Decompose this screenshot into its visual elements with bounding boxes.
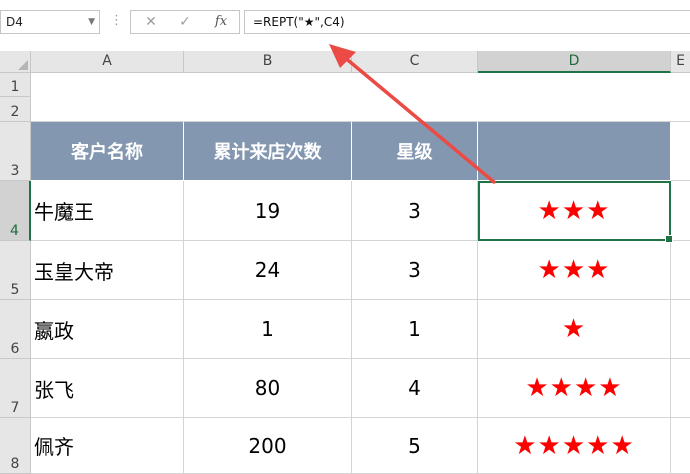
formula-buttons: ✕ ✓ fx <box>130 10 240 34</box>
row-header-3[interactable]: 3 <box>0 122 31 181</box>
cell-e4[interactable] <box>671 181 690 241</box>
star-rating: ★ <box>561 314 587 344</box>
cell-level[interactable]: 3 <box>352 241 478 300</box>
chevron-down-icon[interactable]: ▼ <box>88 11 95 33</box>
cell-stars[interactable]: ★★★★ <box>478 359 671 418</box>
row-header-5[interactable]: 5 <box>0 241 31 300</box>
cell-level[interactable]: 5 <box>352 418 478 474</box>
cell-e8[interactable] <box>671 418 690 474</box>
name-box-value: D4 <box>6 15 23 29</box>
row-header-1[interactable]: 1 <box>0 73 31 97</box>
cell-customer-name[interactable]: 嬴政 <box>31 300 184 359</box>
cell-stars[interactable]: ★★★ <box>478 181 671 241</box>
cell-e7[interactable] <box>671 359 690 418</box>
cell-visit-count[interactable]: 200 <box>184 418 352 474</box>
cell-customer-name[interactable]: 张飞 <box>31 359 184 418</box>
cell-e3[interactable] <box>671 122 690 181</box>
cell-visit-count[interactable]: 24 <box>184 241 352 300</box>
row-header-7[interactable]: 7 <box>0 359 31 418</box>
row-header-4[interactable]: 4 <box>0 181 31 241</box>
empty-rows-area[interactable] <box>31 73 690 122</box>
cell-customer-name[interactable]: 牛魔王 <box>31 181 184 241</box>
cell-customer-name[interactable]: 佩齐 <box>31 418 184 474</box>
cell-customer-name[interactable]: 玉皇大帝 <box>31 241 184 300</box>
more-options-icon[interactable]: ⋮ <box>110 13 123 28</box>
name-box[interactable]: D4 ▼ <box>0 10 100 34</box>
cell-level[interactable]: 3 <box>352 181 478 241</box>
select-all-corner[interactable] <box>0 51 31 73</box>
column-header-e[interactable]: E <box>671 51 690 73</box>
cell-stars[interactable]: ★★★★★ <box>478 418 671 474</box>
header-cell-level[interactable]: 星级 <box>352 122 478 181</box>
insert-function-icon[interactable]: fx <box>209 11 233 33</box>
cell-e6[interactable] <box>671 300 690 359</box>
row-header-2[interactable]: 2 <box>0 97 31 122</box>
row-header-8[interactable]: 8 <box>0 418 31 474</box>
column-header-d[interactable]: D <box>478 51 671 73</box>
formula-bar-area: D4 ▼ ⋮ ✕ ✓ fx =REPT("★",C4) <box>0 0 690 46</box>
cell-visit-count[interactable]: 1 <box>184 300 352 359</box>
cell-visit-count[interactable]: 19 <box>184 181 352 241</box>
formula-input[interactable]: =REPT("★",C4) <box>244 10 690 34</box>
star-rating: ★★★★★ <box>513 430 635 461</box>
header-cell-stars[interactable] <box>478 122 671 181</box>
star-rating: ★★★ <box>537 255 611 285</box>
cell-level[interactable]: 1 <box>352 300 478 359</box>
cell-e5[interactable] <box>671 241 690 300</box>
cell-stars[interactable]: ★ <box>478 300 671 359</box>
header-cell-visit-count[interactable]: 累计来店次数 <box>184 122 352 181</box>
star-rating: ★★★ <box>537 195 611 226</box>
row-header-6[interactable]: 6 <box>0 300 31 359</box>
column-header-a[interactable]: A <box>31 51 184 73</box>
cell-level[interactable]: 4 <box>352 359 478 418</box>
cancel-icon[interactable]: ✕ <box>139 11 163 33</box>
cell-stars[interactable]: ★★★ <box>478 241 671 300</box>
star-rating: ★★★★ <box>525 373 623 403</box>
column-header-c[interactable]: C <box>352 51 478 73</box>
header-cell-customer-name[interactable]: 客户名称 <box>31 122 184 181</box>
column-header-b[interactable]: B <box>184 51 352 73</box>
cell-visit-count[interactable]: 80 <box>184 359 352 418</box>
enter-icon[interactable]: ✓ <box>173 11 197 33</box>
